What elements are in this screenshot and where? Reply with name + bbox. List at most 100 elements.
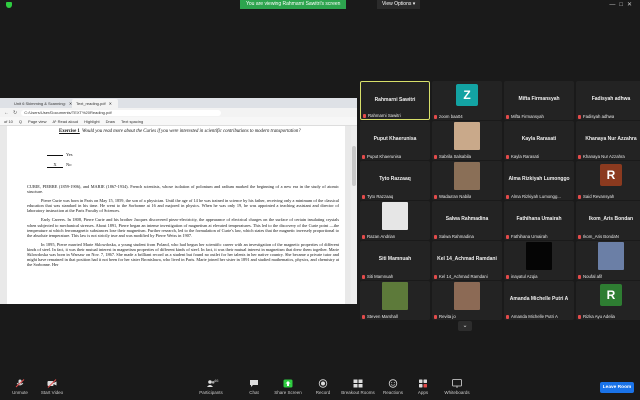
microphone-muted-icon (578, 314, 581, 319)
participant-name: Puput Khaerunisa (373, 136, 417, 142)
participant-tile[interactable]: Kayla Rarasati Kayla Rarasati (504, 121, 574, 160)
browser-tab-unit6[interactable]: Unit 6 Skimming & Scanning: ✕ (10, 99, 72, 108)
participant-avatar: Z (456, 84, 478, 106)
participant-tile[interactable]: Salwa Rahmadina Salwa Rahmadina (432, 201, 502, 240)
participant-tile[interactable]: Steven Marshall (360, 281, 430, 320)
participant-label-text: Kayla Rarasati (511, 154, 539, 159)
minimize-icon[interactable]: — (609, 2, 619, 8)
microphone-muted-icon (578, 274, 581, 279)
participant-label: Noufal afif (578, 274, 602, 279)
scroll-thumb[interactable] (352, 146, 356, 186)
share-screen-button[interactable]: Share Screen (268, 379, 308, 395)
participant-tile[interactable]: Puput Khaerunisa Puput Khaerunisa (360, 121, 430, 160)
view-options-button[interactable]: View Options ▾ (377, 0, 421, 9)
participant-tile[interactable]: Noufal afif (576, 241, 640, 280)
pdf-viewer[interactable]: Exercise 1 Would you read more about the… (0, 126, 357, 304)
close-icon[interactable]: ✕ (109, 101, 112, 106)
text-spacing-button[interactable]: Text spacing (121, 119, 143, 124)
participants-button[interactable]: Participants (191, 379, 231, 395)
window-controls[interactable]: —□✕ (609, 1, 636, 8)
participant-label-text: Noufal afif (583, 274, 603, 279)
chevron-down-icon[interactable]: ⌄ (458, 321, 472, 331)
participant-tile[interactable]: Tyto Razzaaq Tyto Razzaaq (360, 161, 430, 200)
microphone-muted-icon (506, 154, 509, 159)
participant-tile[interactable]: Kel 14_Achmad Ramdani Kel 14_Achmad Ramda… (432, 241, 502, 280)
participant-tile[interactable]: Ikom_Aris Bondan Ikom_Aris BondaN (576, 201, 640, 240)
participant-name: Amanda Michelle Putri A (509, 296, 569, 302)
participant-photo (382, 202, 408, 230)
microphone-muted-icon (578, 234, 581, 239)
read-aloud-button[interactable]: A¹ Read aloud (53, 119, 79, 124)
participant-label: zoom baa04 (434, 114, 463, 119)
microphone-muted-icon (578, 154, 581, 159)
browser-tab-pdf[interactable]: Text_reading.pdf ✕ (72, 99, 118, 108)
participant-label: Rizka Ayu Adelia (578, 314, 615, 319)
find-button[interactable]: Q (19, 119, 22, 124)
start-video-button[interactable]: Start Video (32, 379, 72, 395)
microphone-muted-icon (434, 114, 437, 119)
participant-label-text: Rahmarni Sawitri (368, 113, 401, 118)
paragraph: Pierre Curie was born in Paris on May 15… (27, 198, 339, 214)
participant-tile[interactable]: inayatul Azqia (504, 241, 574, 280)
paragraph: Early Careers. In 1808, Pierre Curie and… (27, 217, 339, 238)
participant-label: inayatul Azqia (506, 274, 538, 279)
breakout-rooms-button[interactable]: Breakout Rooms (338, 379, 378, 395)
participant-tile[interactable]: Siti Mamnuah Siti Mamnuah (360, 241, 430, 280)
microphone-muted-icon (362, 234, 365, 239)
participant-tile[interactable]: Revita jo (432, 281, 502, 320)
participant-name: Fadisyah adhwa (591, 96, 631, 102)
participant-tile[interactable]: R Rizka Ayu Adelia (576, 281, 640, 320)
participant-count: 46 (214, 378, 219, 383)
security-shield-icon[interactable] (6, 2, 12, 8)
participant-label-text: Revita jo (439, 314, 456, 319)
back-icon[interactable]: ← (4, 110, 9, 116)
meeting-toolbar: Unmute Start Video Participants 46 Chat … (0, 376, 640, 400)
pdf-scrollbar[interactable] (351, 126, 357, 304)
participant-label-text: Sabrila Salsabila (439, 154, 472, 159)
leave-room-button[interactable]: Leave Room (600, 382, 634, 393)
participant-tile[interactable]: Wadaa'an Nabila (432, 161, 502, 200)
participant-tile[interactable]: Amanda Michelle Putri A Amanda Michelle P… (504, 281, 574, 320)
url-field[interactable]: C:/Users/User/Documents/TEXT%20Reading.p… (21, 109, 222, 116)
pdf-toolbar: of 10 Q Page view A¹ Read aloud Highligh… (0, 117, 357, 126)
screen-share-banner: You are viewing Rahmarni Sawitri's scree… (240, 0, 347, 9)
participant-tile[interactable]: Mifta Firmansyah Mifta Firmansyah (504, 81, 574, 120)
participant-tile[interactable]: Razan Andrian (360, 201, 430, 240)
participant-name: Rahmarni Sawitri (374, 97, 416, 103)
shared-screen: Unit 6 Skimming & Scanning: ✕ Text_readin… (0, 98, 357, 304)
participant-tile[interactable]: Fadisyah adhwa Fadisyah adhwa (576, 81, 640, 120)
highlight-button[interactable]: Highlight (84, 119, 100, 124)
microphone-muted-icon (434, 154, 437, 159)
participant-tile[interactable]: Alma Rizkiyah Lumonggo Alma Rizkiyah Lumo… (504, 161, 574, 200)
participant-label: Steven Marshall (362, 314, 398, 319)
draw-button[interactable]: Draw (106, 119, 115, 124)
microphone-muted-icon (362, 314, 365, 319)
record-button[interactable]: Record (303, 379, 343, 395)
whiteboards-button[interactable]: Whiteboards (437, 379, 477, 395)
participant-name: Tyto Razzaaq (379, 176, 411, 182)
participant-tile[interactable]: R Said Revansyah (576, 161, 640, 200)
maximize-icon[interactable]: □ (619, 2, 627, 8)
participant-tile[interactable]: Fathihana Umairah Fathihana Umairah (504, 201, 574, 240)
tab-label: Unit 6 Skimming & Scanning: (14, 101, 66, 106)
close-icon[interactable]: ✕ (627, 2, 636, 8)
participant-label: Wadaa'an Nabila (434, 194, 471, 199)
page-view-button[interactable]: Page view (28, 119, 46, 124)
participant-tile[interactable]: Sabrila Salsabila (432, 121, 502, 160)
tab-label: Text_reading.pdf (76, 101, 106, 106)
participant-tile[interactable]: Zzoom baa04 (432, 81, 502, 120)
microphone-muted-icon (578, 194, 581, 199)
participant-tile[interactable]: Rahmarni Sawitri Rahmarni Sawitri (360, 81, 430, 120)
refresh-icon[interactable]: ↻ (13, 110, 17, 116)
participant-photo (454, 122, 480, 150)
participant-label-text: Wadaa'an Nabila (439, 194, 472, 199)
microphone-muted-icon (506, 114, 509, 119)
participant-avatar: R (600, 284, 622, 306)
participant-name: Alma Rizkiyah Lumonggo (508, 176, 570, 182)
participant-label: Razan Andrian (362, 234, 395, 239)
participant-photo (382, 282, 408, 310)
microphone-muted-icon (506, 274, 509, 279)
pdf-page: Exercise 1 Would you read more about the… (7, 126, 345, 304)
participant-tile[interactable]: Khanaya Nur Azzahra Khanaya Nur Azzahra (576, 121, 640, 160)
participant-name: Siti Mamnuah (378, 256, 412, 262)
